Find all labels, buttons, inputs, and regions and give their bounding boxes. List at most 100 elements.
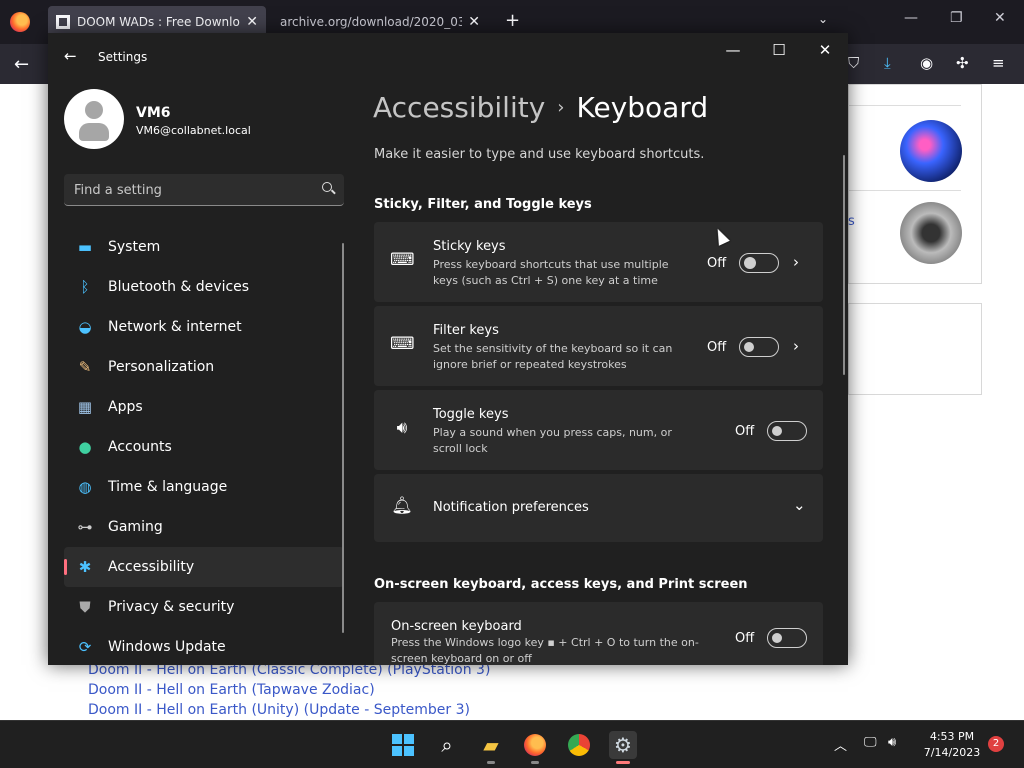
notification-preferences-row[interactable]: 🔔︎ Notification preferences ⌄ [374,474,823,542]
toggle-knob [744,342,754,352]
network-icon[interactable]: 🖵︎ [864,735,877,750]
sidebar-item-label: Apps [108,399,143,415]
sidebar-item-gaming[interactable]: ⊶ Gaming [64,507,344,547]
sticky-keys-row[interactable]: ⌨ Sticky keys Press keyboard shortcuts t… [374,222,823,302]
clock-time: 4:53 PM [929,730,975,743]
sidebar-item-label: Accounts [108,439,172,455]
thumbnail-image[interactable] [900,202,962,264]
toggle-keys-toggle[interactable] [767,421,807,441]
user-name: VM6 [136,105,171,121]
chrome-icon[interactable] [565,731,593,759]
back-arrow-icon[interactable]: ← [64,47,77,65]
link-list: Doom II - Hell on Earth (Classic Complet… [88,660,490,720]
minimize-icon[interactable]: — [904,10,918,26]
sidebar-item-accounts[interactable]: ● Accounts [64,427,344,467]
update-icon: ⟳ [78,638,92,656]
sidebar-item-label: Personalization [108,359,215,375]
sidebar-scrollbar[interactable] [342,243,344,633]
avatar-body [79,123,109,141]
toggle-state: Off [707,340,727,355]
search-box[interactable] [64,174,344,206]
toggle-knob [772,426,782,436]
sticky-keys-toggle[interactable] [739,253,779,273]
back-arrow-icon[interactable]: ← [14,54,29,75]
notification-badge[interactable]: 2 [988,736,1004,752]
filter-keys-icon: ⌨ [390,334,415,354]
download-icon[interactable]: ⤓ [884,54,891,72]
chevron-right-icon[interactable]: › [793,337,799,355]
restore-icon[interactable]: ❐ [950,10,963,26]
wifi-icon: ◒ [78,318,92,336]
link-item[interactable]: Doom II - Hell on Earth (Tapwave Zodiac) [88,680,490,700]
sidebar-item-time-language[interactable]: ◍ Time & language [64,467,344,507]
sidebar-item-privacy[interactable]: ⛊ Privacy & security [64,587,344,627]
toggle-knob [744,257,756,269]
thumbnail-image[interactable] [900,120,962,182]
close-window-icon[interactable]: ✕ [994,10,1006,26]
avatar-head [85,101,103,119]
sidebar-item-label: Accessibility [108,559,195,575]
row-description: Play a sound when you press caps, num, o… [433,426,672,455]
sidebar-item-bluetooth[interactable]: ᛒ Bluetooth & devices [64,267,344,307]
list-tabs-icon[interactable]: ⌄ [818,12,828,26]
chevron-right-icon[interactable]: › [793,253,799,271]
clock[interactable]: 4:53 PM 7/14/2023 [912,729,992,761]
sidebar-item-windows-update[interactable]: ⟳ Windows Update [64,627,344,665]
gamepad-icon: ⊶ [77,518,93,536]
search-taskbar-icon[interactable]: ⌕ [433,731,461,759]
sidebar-item-network[interactable]: ◒ Network & internet [64,307,344,347]
sidebar-item-label: Windows Update [108,639,226,655]
tab-title: archive.org/download/2020_03_22_ [280,15,463,29]
on-screen-keyboard-toggle[interactable] [767,628,807,648]
running-indicator [531,761,539,764]
windows-logo-icon [392,734,414,756]
close-window-icon[interactable]: ✕ [810,41,840,59]
row-description: Set the sensitivity of the keyboard so i… [433,342,673,371]
show-hidden-icons[interactable]: ︿ [834,735,847,754]
filter-keys-toggle[interactable] [739,337,779,357]
settings-window: ← Settings — ☐ ✕ VM6 VM6@collabnet.local… [48,33,848,665]
speaker-icon: 🔊︎ [396,418,408,438]
running-indicator [616,761,630,764]
page-title: Keyboard [576,91,709,124]
close-tab-icon[interactable]: ✕ [468,14,480,30]
toggle-keys-row[interactable]: 🔊︎ Toggle keys Play a sound when you pre… [374,390,823,470]
sidebar-item-personalization[interactable]: ✎ Personalization [64,347,344,387]
link-item[interactable]: Doom II - Hell on Earth (Unity) (Update … [88,700,490,720]
user-email: VM6@collabnet.local [136,124,251,137]
start-button[interactable] [389,731,417,759]
maximize-icon[interactable]: ☐ [764,41,794,59]
search-input[interactable] [74,180,304,200]
sidebar-item-accessibility[interactable]: ✱ Accessibility [64,547,344,587]
archive-icon [56,15,70,29]
sidebar-item-apps[interactable]: ▦ Apps [64,387,344,427]
title-bar: ← Settings — ☐ ✕ [48,33,848,81]
toggle-state: Off [735,631,755,646]
menu-icon[interactable]: ≡ [992,54,1005,72]
file-explorer-icon[interactable]: ▰ [477,731,505,764]
sidebar-nav: ▬ System ᛒ Bluetooth & devices ◒ Network… [64,227,344,665]
volume-icon[interactable]: 🔊︎ [888,735,896,750]
pocket-icon[interactable]: ⛉ [848,54,859,72]
sidebar-item-label: Time & language [108,479,228,495]
filter-keys-row[interactable]: ⌨ Filter keys Set the sensitivity of the… [374,306,823,386]
extensions-icon[interactable]: ✣ [956,54,969,72]
settings-taskbar-icon[interactable]: ⚙ [609,731,637,764]
on-screen-keyboard-row[interactable]: On-screen keyboard Press the Windows log… [374,602,823,665]
minimize-icon[interactable]: — [718,41,748,59]
account-icon[interactable]: ◉ [920,54,933,72]
sidebar-item-label: System [108,239,161,255]
row-title: Toggle keys [433,407,509,422]
sidebar-item-system[interactable]: ▬ System [64,227,344,267]
main-scrollbar[interactable] [843,155,845,375]
row-title: Filter keys [433,323,499,338]
chevron-down-icon[interactable]: ⌄ [793,496,806,514]
breadcrumb-parent[interactable]: Accessibility [373,91,545,124]
firefox-taskbar-icon[interactable] [521,731,549,764]
avatar[interactable] [64,89,124,149]
close-tab-icon[interactable]: ✕ [246,14,258,30]
new-tab-button[interactable]: + [505,10,520,31]
firefox-icon[interactable] [10,12,30,32]
search-icon[interactable] [322,182,332,192]
link-fragment[interactable]: s [848,214,855,229]
